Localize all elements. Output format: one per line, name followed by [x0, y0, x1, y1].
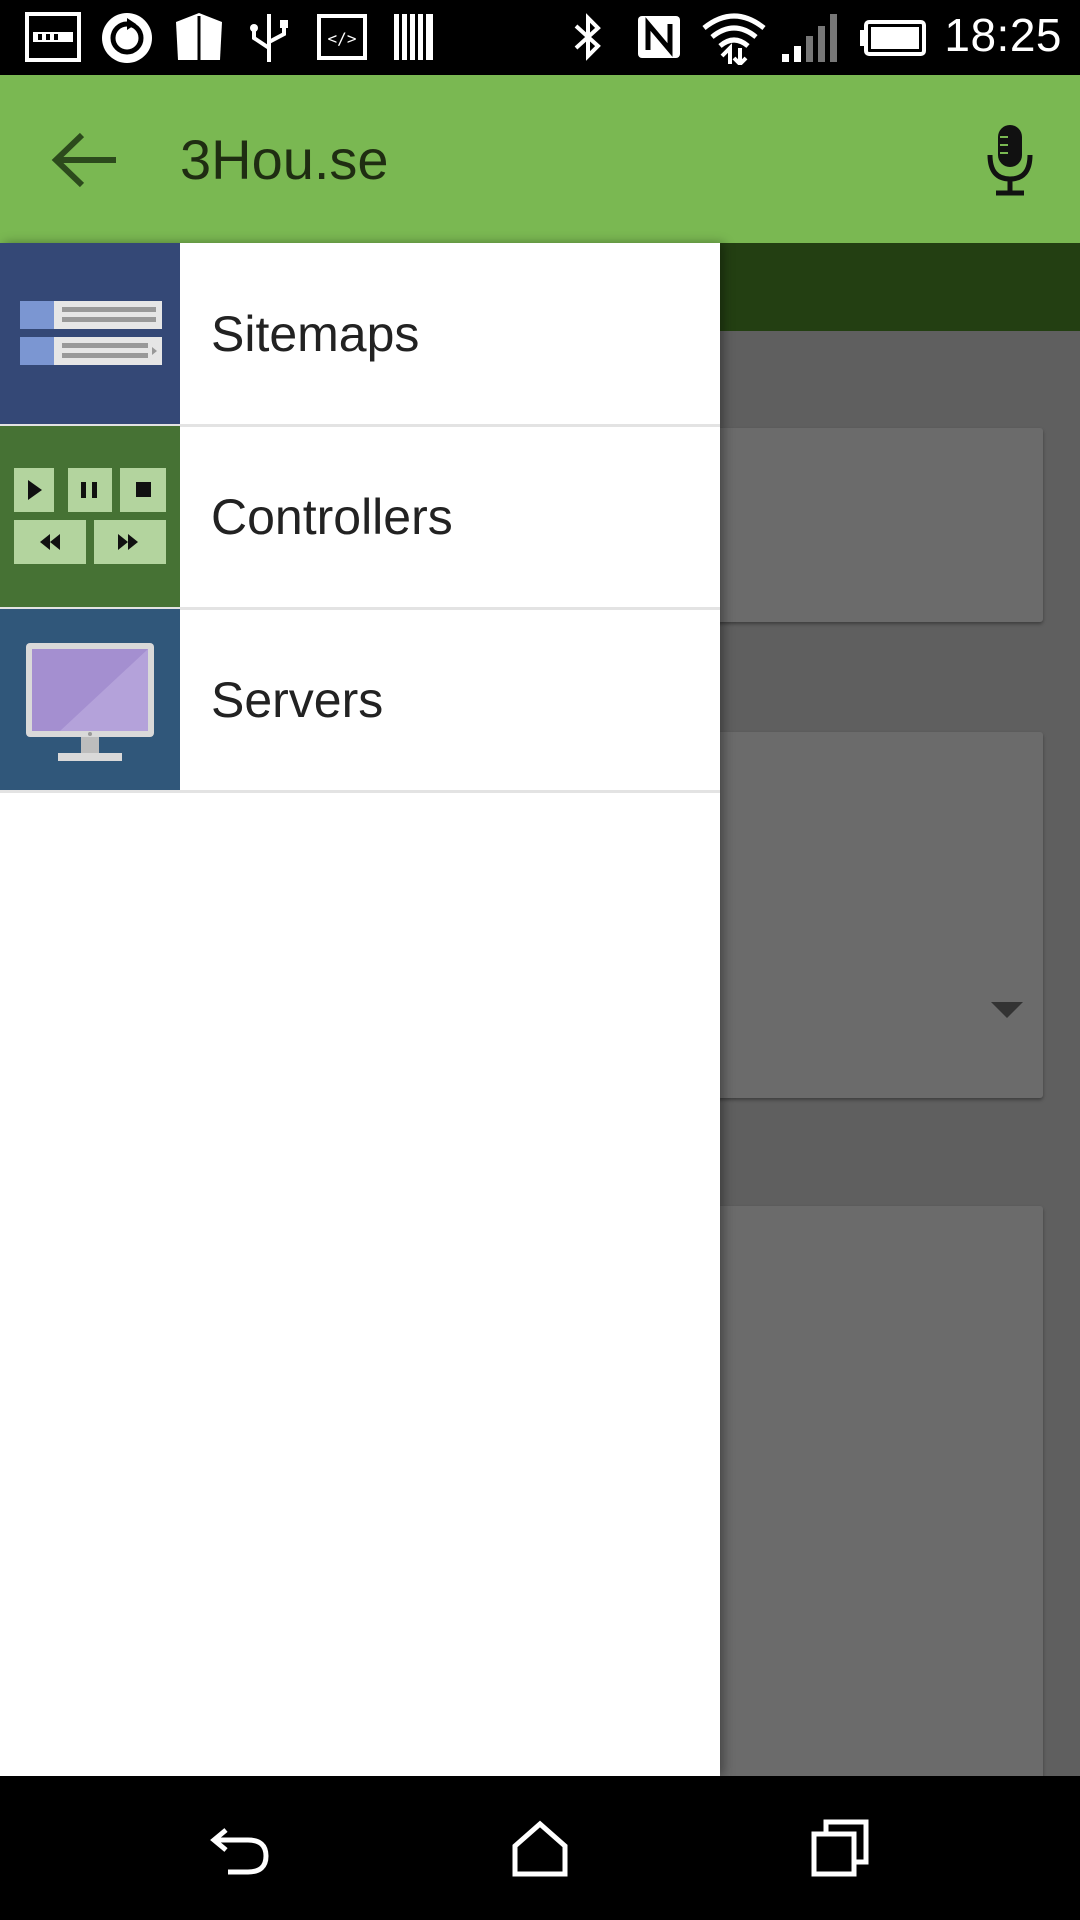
arrow-back-icon: [51, 132, 116, 188]
drawer-item-label: Controllers: [211, 489, 453, 545]
status-time: 18:25: [944, 9, 1062, 61]
sitemaps-tile: [0, 243, 180, 424]
usb-icon: [250, 14, 288, 62]
drawer-item-sitemaps[interactable]: Sitemaps: [0, 243, 720, 427]
wifi-icon: [702, 13, 766, 65]
microphone-icon: [987, 125, 1033, 196]
content-card: [700, 732, 1043, 1098]
code-icon: </>: [317, 14, 367, 60]
signal-icon: [782, 14, 837, 62]
notification-icon: [25, 12, 81, 62]
app-title: 3Hou.se: [180, 128, 389, 191]
shield-icon: [176, 13, 222, 60]
drawer-item-servers[interactable]: Servers: [0, 609, 720, 793]
battery-icon: [860, 20, 926, 56]
nfc-icon: [638, 16, 680, 58]
status-bar: </> 18:25: [0, 0, 1080, 75]
content-card: [700, 1206, 1043, 1776]
sitemap-icon: [20, 301, 162, 365]
home-nav-icon[interactable]: [505, 1818, 575, 1878]
media-controls-icon: [14, 468, 166, 564]
monitor-icon: [26, 643, 154, 761]
recents-nav-icon[interactable]: [806, 1818, 876, 1878]
barcode-icon: [394, 14, 433, 60]
chevron-down-icon[interactable]: [991, 1002, 1023, 1018]
bluetooth-icon: [574, 13, 601, 61]
app-bar: 3Hou.se: [0, 75, 1080, 243]
content-card: [700, 428, 1043, 622]
drawer-item-label: Sitemaps: [211, 306, 420, 362]
controllers-tile: [0, 426, 180, 607]
back-nav-icon[interactable]: [206, 1818, 276, 1878]
sync-icon: [102, 13, 152, 63]
back-button[interactable]: [40, 119, 130, 201]
navigation-drawer: Sitemaps Controllers Servers: [0, 243, 720, 1776]
svg-text:</>: </>: [328, 29, 357, 48]
servers-tile: [0, 609, 180, 790]
drawer-item-controllers[interactable]: Controllers: [0, 426, 720, 610]
system-nav-bar: [0, 1776, 1080, 1920]
voice-button[interactable]: [980, 119, 1040, 201]
drawer-item-label: Servers: [211, 672, 384, 728]
